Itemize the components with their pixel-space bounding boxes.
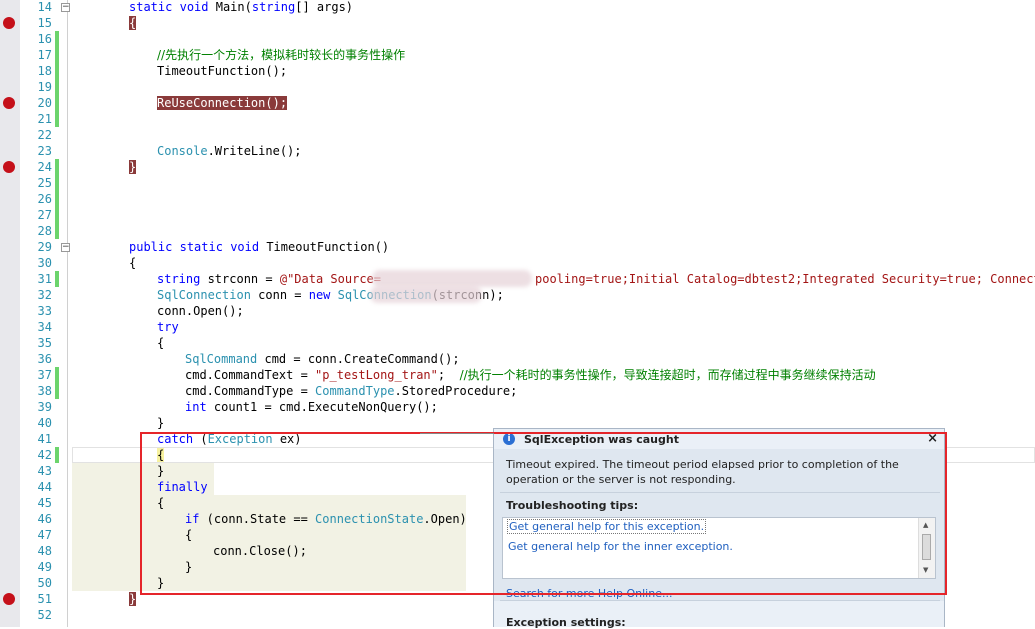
- code-line-14[interactable]: static void Main(string[] args): [129, 0, 353, 15]
- code-line-35[interactable]: {: [157, 335, 164, 351]
- code-line-37[interactable]: cmd.CommandText = "p_testLong_tran"; //执…: [185, 367, 876, 383]
- code-line-36[interactable]: SqlCommand cmd = conn.CreateCommand();: [185, 351, 460, 367]
- change-bar: [55, 447, 59, 463]
- line-number: 21: [37, 112, 52, 126]
- code-line-33[interactable]: conn.Open();: [157, 303, 244, 319]
- line-number: 46: [37, 512, 52, 526]
- breakpoint-gutter[interactable]: [0, 0, 20, 627]
- change-bar: [55, 31, 59, 127]
- code-line-31-cont[interactable]: pooling=true;Initial Catalog=dbtest2;Int…: [535, 271, 1035, 287]
- line-number: 40: [37, 416, 52, 430]
- line-number: 42: [37, 448, 52, 462]
- code-line-39[interactable]: int count1 = cmd.ExecuteNonQuery();: [185, 399, 438, 415]
- line-number: 17: [37, 48, 52, 62]
- line-number: 15: [37, 16, 52, 30]
- divider: [500, 600, 940, 601]
- line-number: 49: [37, 560, 52, 574]
- code-line-38[interactable]: cmd.CommandType = CommandType.StoredProc…: [185, 383, 517, 399]
- redacted-text: [370, 286, 482, 303]
- line-number: 51: [37, 592, 52, 606]
- change-bar: [55, 367, 59, 399]
- line-number: 34: [37, 320, 52, 334]
- highlight-box: [140, 432, 947, 595]
- code-line-17[interactable]: //先执行一个方法，模拟耗时较长的事务性操作: [157, 47, 405, 63]
- code-line-51[interactable]: }: [129, 591, 137, 607]
- line-number: 45: [37, 496, 52, 510]
- line-number: 41: [37, 432, 52, 446]
- line-number: 36: [37, 352, 52, 366]
- line-number: 38: [37, 384, 52, 398]
- line-number: 20: [37, 96, 52, 110]
- code-line-34[interactable]: try: [157, 319, 179, 335]
- line-number: 19: [37, 80, 52, 94]
- line-number: 18: [37, 64, 52, 78]
- line-number: 29: [37, 240, 52, 254]
- line-number: 52: [37, 608, 52, 622]
- code-line-31[interactable]: string strconn = @"Data Source=: [157, 271, 381, 287]
- exception-settings-title: Exception settings:: [506, 616, 626, 629]
- collapse-icon[interactable]: −: [61, 243, 70, 252]
- code-line-15[interactable]: {: [129, 15, 137, 31]
- redacted-text: [372, 270, 532, 287]
- line-number: 47: [37, 528, 52, 542]
- code-line-40[interactable]: }: [157, 415, 164, 431]
- line-number: 14: [37, 0, 52, 14]
- line-number: 33: [37, 304, 52, 318]
- change-bar: [55, 271, 59, 287]
- line-number: 28: [37, 224, 52, 238]
- line-number: 22: [37, 128, 52, 142]
- code-line-18[interactable]: TimeoutFunction();: [157, 63, 287, 79]
- line-number: 35: [37, 336, 52, 350]
- line-number: 27: [37, 208, 52, 222]
- line-number: 37: [37, 368, 52, 382]
- breakpoint-icon[interactable]: [3, 17, 15, 29]
- breakpoint-icon[interactable]: [3, 97, 15, 109]
- code-line-20[interactable]: ReUseConnection();: [157, 95, 288, 111]
- code-line-30[interactable]: {: [129, 255, 136, 271]
- connector-line: [420, 433, 494, 434]
- code-line-24[interactable]: }: [129, 159, 137, 175]
- change-bar: [55, 159, 59, 239]
- breakpoint-icon[interactable]: [3, 161, 15, 173]
- line-number: 16: [37, 32, 52, 46]
- line-number: 23: [37, 144, 52, 158]
- line-number: 30: [37, 256, 52, 270]
- code-line-23[interactable]: Console.WriteLine();: [157, 143, 302, 159]
- line-number: 50: [37, 576, 52, 590]
- line-number: 39: [37, 400, 52, 414]
- collapse-icon[interactable]: −: [61, 3, 70, 12]
- line-number: 26: [37, 192, 52, 206]
- line-number: 43: [37, 464, 52, 478]
- line-number: 44: [37, 480, 52, 494]
- code-line-29[interactable]: public static void TimeoutFunction(): [129, 239, 389, 255]
- editor-margin-line: [67, 0, 68, 627]
- line-number: 25: [37, 176, 52, 190]
- line-number: 32: [37, 288, 52, 302]
- line-number: 31: [37, 272, 52, 286]
- breakpoint-icon[interactable]: [3, 593, 15, 605]
- line-number: 48: [37, 544, 52, 558]
- line-number: 24: [37, 160, 52, 174]
